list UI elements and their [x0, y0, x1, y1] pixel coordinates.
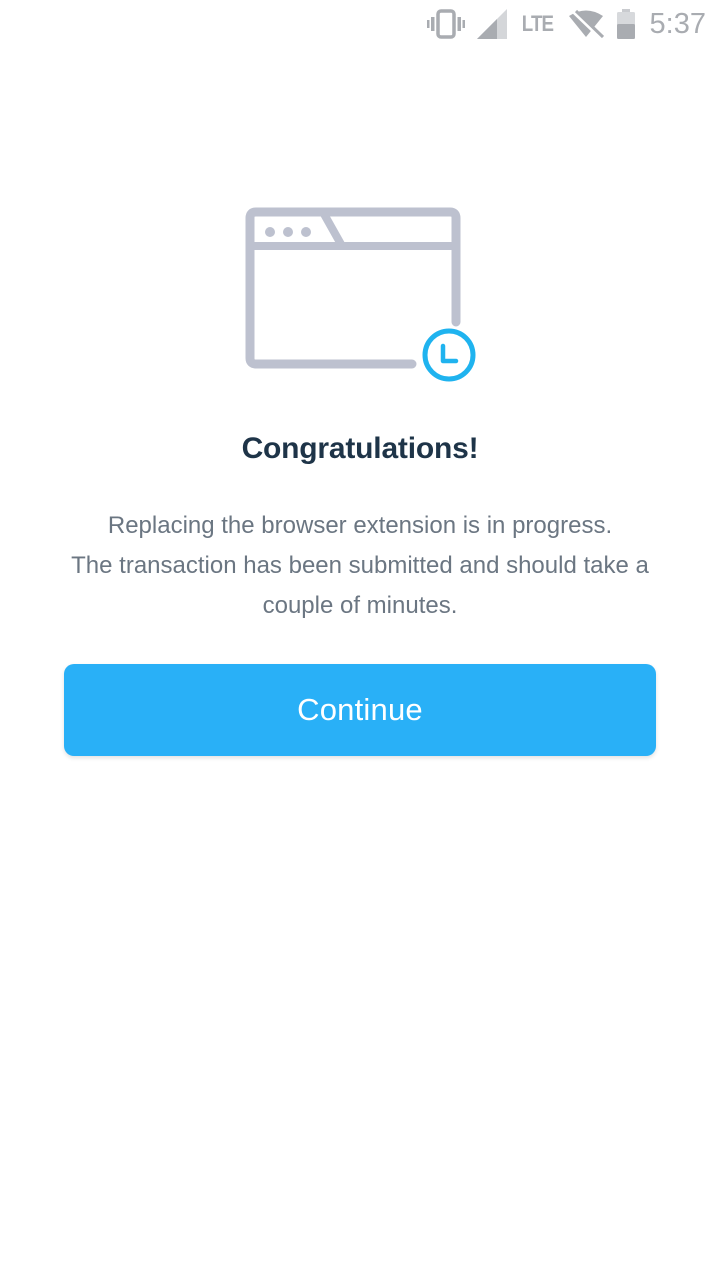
message-line: Replacing the browser extension is in pr… [107, 512, 613, 539]
continue-button[interactable]: Continue [64, 664, 656, 756]
status-time: 5:37 [649, 7, 706, 40]
network-type-label: LTE [521, 11, 553, 36]
signal-icon [476, 9, 507, 39]
message-line: The transaction has been submitted and s… [71, 552, 649, 579]
wifi-off-icon [568, 9, 604, 39]
illustration [242, 204, 482, 388]
status-icons: LTE 5:37 [426, 6, 706, 42]
vibrate-icon [426, 9, 465, 39]
clock-icon [422, 328, 476, 382]
status-bar: LTE 5:37 [0, 0, 720, 48]
browser-window-icon [245, 207, 476, 382]
battery-icon [616, 9, 636, 39]
message-line: couple of minutes. [262, 592, 458, 619]
status-message: Replacing the browser extension is in pr… [30, 506, 690, 626]
screen: LTE 5:37 Congratulations! Replacing the … [0, 0, 720, 1280]
page-title: Congratulations! [241, 432, 479, 465]
